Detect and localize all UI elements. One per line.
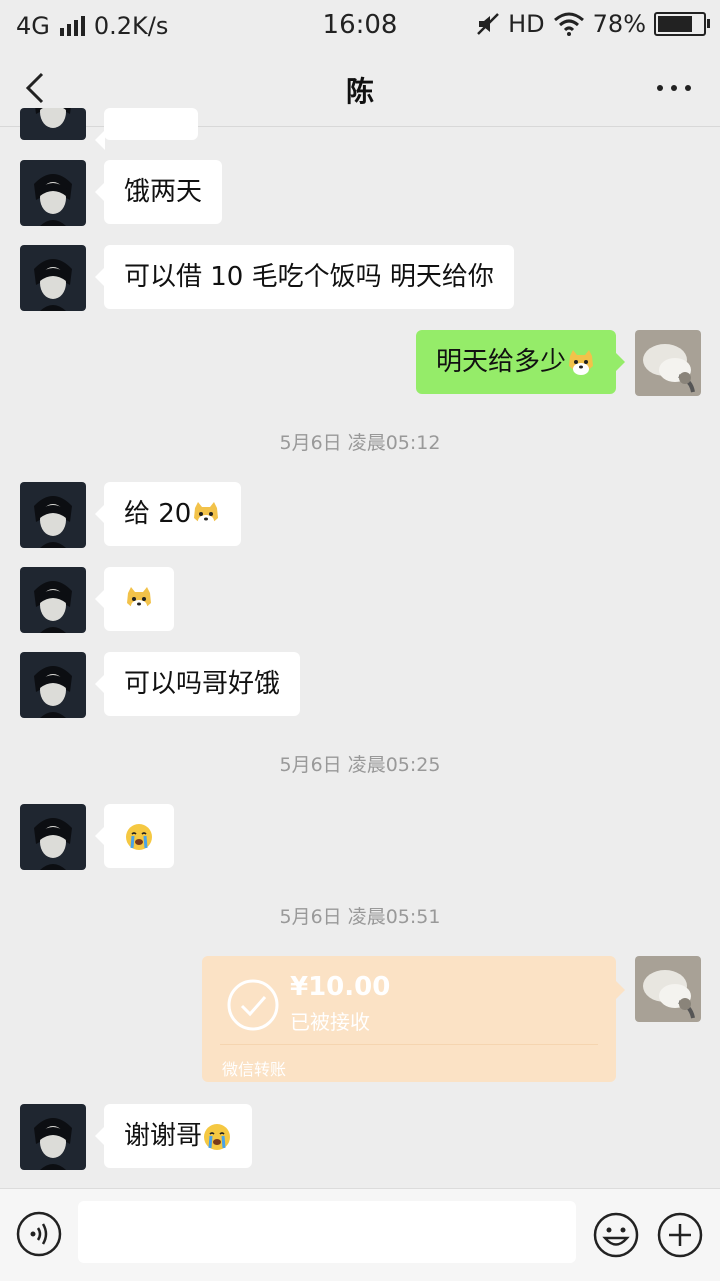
hd-indicator: HD: [508, 10, 545, 38]
transfer-amount: ¥10.00: [290, 972, 391, 1002]
crying-emoji-icon: [204, 1123, 231, 1150]
timestamp: 5月6日 凌晨05:25: [279, 754, 441, 776]
message-text: 饿两天: [124, 177, 203, 207]
message-bubble: 可以吗哥好饿: [94, 652, 301, 716]
chat-title: 陈: [345, 75, 374, 108]
contact-avatar[interactable]: [20, 1104, 86, 1170]
voice-icon[interactable]: [16, 1211, 62, 1257]
message-text: 明天给多少: [435, 347, 566, 377]
check-circle-icon: [227, 979, 279, 1031]
message-bubble: 可以借 10 毛吃个饭吗 明天给你: [95, 245, 514, 309]
doge-emoji-icon: [127, 586, 151, 612]
message-text: 可以吗哥好饿: [124, 669, 281, 699]
my-avatar[interactable]: [635, 330, 701, 396]
contact-avatar[interactable]: [20, 567, 86, 633]
message-bubble: 谢谢哥: [94, 1104, 253, 1168]
contact-avatar[interactable]: [20, 804, 86, 870]
doge-emoji-icon: [194, 501, 219, 527]
transfer-card[interactable]: ¥10.00 已被接收 微信转账: [202, 956, 625, 1082]
contact-avatar[interactable]: [20, 108, 86, 140]
wifi-icon: [553, 12, 584, 36]
my-avatar[interactable]: [635, 956, 701, 1022]
timestamp: 5月6日 凌晨05:51: [279, 906, 441, 928]
message-bubble: [95, 567, 174, 631]
contact-avatar[interactable]: [20, 652, 86, 718]
message-bubble: [95, 108, 198, 150]
message-input[interactable]: [78, 1201, 576, 1263]
transfer-status: 已被接收: [290, 1010, 370, 1034]
battery-percent: 78%: [592, 10, 646, 38]
message-bubble: 饿两天: [94, 160, 223, 224]
plus-icon[interactable]: [656, 1211, 704, 1259]
sent-message-bubble: 明天给多少: [415, 330, 626, 394]
contact-avatar[interactable]: [20, 482, 86, 548]
message-text: 给 20: [124, 499, 192, 529]
message-bubble: [95, 804, 174, 868]
message-text: 谢谢哥: [124, 1121, 203, 1151]
transfer-label: 微信转账: [222, 1060, 287, 1079]
crying-emoji-icon: [126, 823, 152, 850]
contact-avatar[interactable]: [20, 160, 86, 226]
status-bar: 4G 0.2K/s 16:08 HD 78%: [0, 0, 720, 50]
more-options-icon[interactable]: [654, 74, 694, 102]
contact-avatar[interactable]: [20, 245, 86, 311]
mute-icon: [477, 13, 500, 35]
emoji-icon[interactable]: [592, 1211, 640, 1259]
timestamp: 5月6日 凌晨05:12: [279, 432, 441, 454]
doge-emoji-icon: [569, 349, 593, 375]
divider: [220, 1044, 598, 1045]
battery-icon: [654, 12, 710, 36]
input-bar: [0, 1188, 720, 1281]
message-bubble: 给 20: [94, 482, 242, 546]
message-text: 可以借 10 毛吃个饭吗 明天给你: [124, 262, 494, 292]
